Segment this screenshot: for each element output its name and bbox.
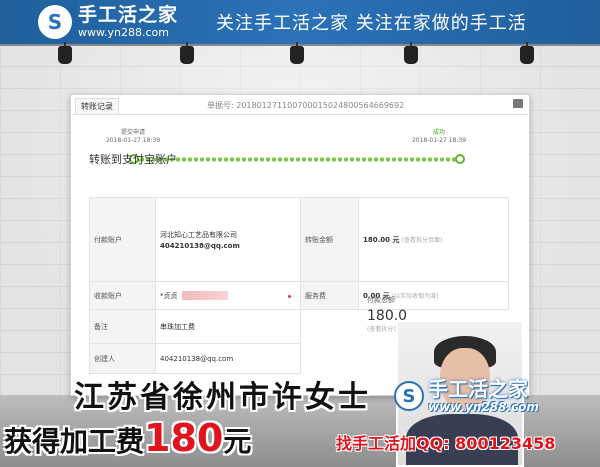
step-end-node xyxy=(455,154,465,164)
payer-value: 河北知心工艺品有限公司 404210138@qq.com xyxy=(155,197,301,282)
section-title: 转账到支付宝账户 xyxy=(89,153,177,166)
amount-label: 转账金额 xyxy=(300,197,359,282)
spotlight-icon xyxy=(404,42,418,64)
watermark-icon: S xyxy=(394,381,424,411)
print-icon[interactable] xyxy=(513,99,523,108)
spotlight-icon xyxy=(58,42,72,64)
site-logo[interactable]: S 手工活之家 www.yn288.com xyxy=(38,5,198,39)
payer-name: 河北知心工艺品有限公司 xyxy=(160,230,237,239)
caption-earnings-prefix: 获得加工费 xyxy=(4,425,145,458)
step-submit-label: 提交申请 xyxy=(120,129,145,136)
logo-name: 手工活之家 xyxy=(78,4,179,26)
payee-name: *贞贞 xyxy=(160,291,178,300)
caption-earnings-suffix: 元 xyxy=(223,425,252,458)
creator-value: 404210138@qq.com xyxy=(155,343,301,374)
step-submit-time: 2018-01-27 18:39 xyxy=(105,137,161,144)
amount-cell: 180.00 元 (查看拆分页面) xyxy=(358,197,509,282)
contact-qq[interactable]: 找手工活加QQ: 800123458 xyxy=(336,430,555,454)
progress-dots xyxy=(139,157,457,162)
total-label: 付款总额 xyxy=(367,296,395,304)
caption-earnings: 获得加工费180元 xyxy=(4,416,251,460)
logo-url: www.yn288.com xyxy=(78,26,169,39)
amount-note: (查看拆分页面) xyxy=(401,236,443,244)
watermark-logo: S 手工活之家 www.yn288.com xyxy=(394,376,600,416)
order-number: 单据号: 201801271100700015024800564669692 xyxy=(207,101,405,110)
caption-earnings-amount: 180 xyxy=(144,416,224,460)
step-success-time: 2018-01-27 18:39 xyxy=(411,137,467,144)
caption-location: 江苏省徐州市许女士 xyxy=(74,380,371,415)
marker-dot xyxy=(287,294,291,298)
receipt-header: 转账记录 单据号: 201801271100700015024800564669… xyxy=(71,95,529,115)
fee-label: 服务费 xyxy=(300,281,359,310)
payer-label: 付款账户 xyxy=(89,197,156,282)
spotlight-icon xyxy=(180,42,194,64)
tab-transfer-record[interactable]: 转账记录 xyxy=(75,98,119,114)
payee-value: *贞贞 xyxy=(155,281,301,310)
remark-label: 备注 xyxy=(89,309,156,344)
logo-icon: S xyxy=(38,5,72,39)
spotlight-icon xyxy=(290,42,304,64)
creator-label: 创建人 xyxy=(89,343,156,374)
amount-value: 180.00 元 xyxy=(363,235,400,244)
payee-redacted xyxy=(181,291,228,300)
remark-value: 串珠加工费 xyxy=(155,309,301,344)
payee-label: 收款账户 xyxy=(89,281,156,310)
step-success-label: 成功 xyxy=(432,129,445,136)
watermark-url: www.yn288.com xyxy=(428,400,539,414)
spotlight-icon xyxy=(520,42,534,64)
top-banner: S 手工活之家 www.yn288.com 关注手工活之家 关注在家做的手工活 xyxy=(0,0,600,44)
payer-account: 404210138@qq.com xyxy=(160,241,240,250)
banner-slogan: 关注手工活之家 关注在家做的手工活 xyxy=(216,13,527,34)
watermark-name: 手工活之家 xyxy=(428,377,528,401)
